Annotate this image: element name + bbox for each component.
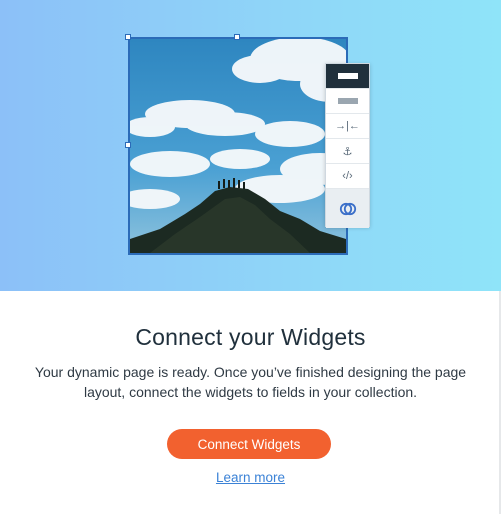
connect-data-icon[interactable]	[326, 189, 369, 228]
description-text: Your dynamic page is ready. Once you’ve …	[34, 364, 467, 400]
stretch-icon[interactable]: →|←	[326, 114, 369, 139]
resize-handle-left[interactable]	[125, 142, 131, 148]
resize-handle-top-left[interactable]	[125, 34, 131, 40]
layout-full-icon[interactable]	[326, 64, 369, 89]
widget-toolbar: →|← ⚓ ‹/›	[325, 63, 370, 228]
hero-illustration: →|← ⚓ ‹/›	[0, 0, 501, 291]
page-title: Connect your Widgets	[135, 324, 366, 350]
connect-widgets-button[interactable]: Connect Widgets	[167, 429, 331, 459]
layout-strip-icon[interactable]	[326, 89, 369, 114]
code-icon[interactable]: ‹/›	[326, 164, 369, 189]
image-widget	[128, 37, 348, 255]
anchor-icon[interactable]: ⚓	[326, 139, 369, 164]
sky-mountain-photo	[130, 39, 346, 253]
learn-more-link[interactable]: Learn more	[0, 470, 501, 485]
resize-handle-top[interactable]	[234, 34, 240, 40]
